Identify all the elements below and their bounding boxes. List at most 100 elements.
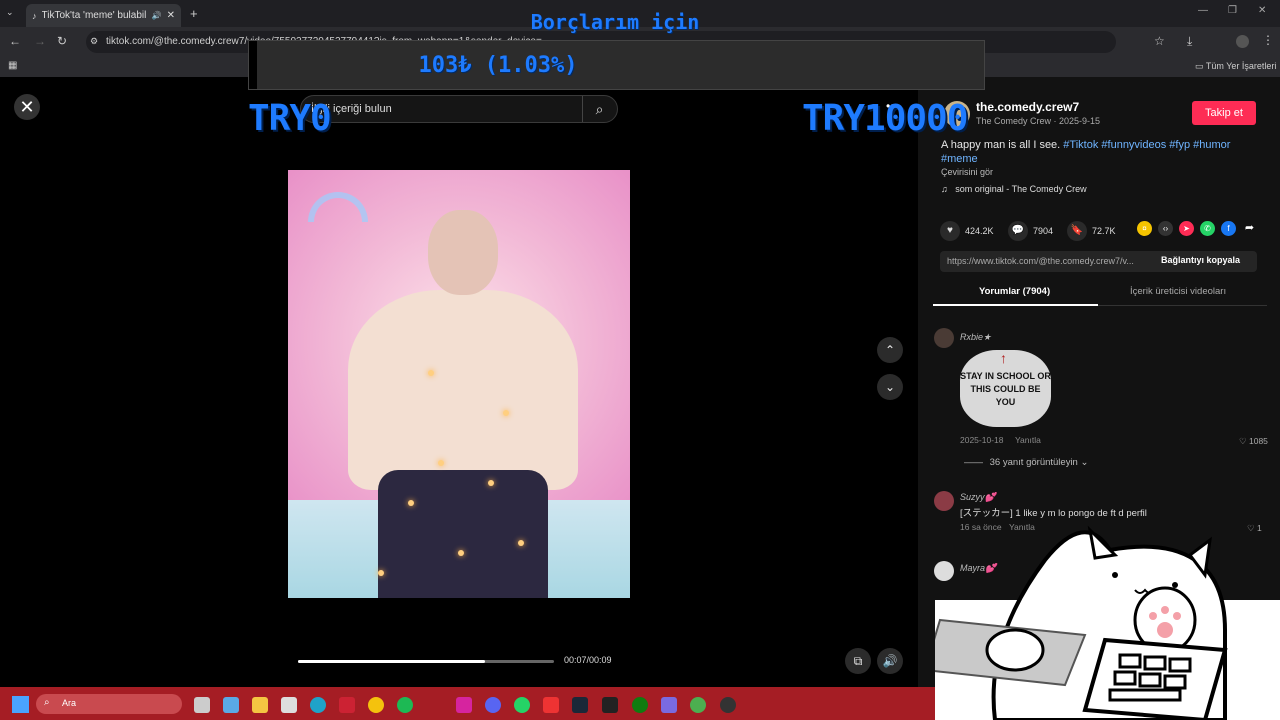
sound-link[interactable]: ♫ som original - The Comedy Crew [941, 184, 1087, 194]
heart-icon: ♥ [940, 221, 960, 241]
video-progress-bar[interactable] [298, 660, 554, 663]
video-time: 00:07/00:09 [564, 655, 612, 665]
music-note-icon: ♫ [941, 184, 948, 194]
sparkle [438, 460, 444, 466]
next-video-icon[interactable]: ⌄ [877, 374, 903, 400]
sparkle [428, 370, 434, 376]
chrome-icon[interactable] [690, 697, 706, 713]
comment-button[interactable]: 💬 7904 [1008, 221, 1053, 241]
up-arrow-icon: ↑ [1000, 350, 1007, 366]
volume-icon[interactable]: 🔊 [877, 648, 903, 674]
taskbar-search[interactable]: ⌕ Ara [36, 694, 182, 714]
windows-start-icon[interactable] [12, 696, 29, 713]
tab-creator-videos[interactable]: İçerik üreticisi videoları [1130, 286, 1226, 297]
spotify-icon[interactable] [397, 697, 413, 713]
hashtag[interactable]: #Tiktok [1063, 139, 1098, 151]
previous-video-icon[interactable]: ⌃ [877, 337, 903, 363]
goal-end-label: TRY10000 [802, 98, 968, 139]
apps-icon[interactable]: ▦ [8, 60, 17, 71]
comment-icon: 💬 [1008, 221, 1028, 241]
replies-line: —— [964, 457, 983, 468]
whatsapp-icon[interactable] [514, 697, 530, 713]
obs-icon[interactable] [720, 697, 736, 713]
copy-link-button[interactable]: Bağlantıyı kopyala [1161, 255, 1240, 265]
search-icon: ⌕ [44, 697, 50, 708]
close-icon[interactable]: ✕ [14, 94, 40, 120]
window-close-button[interactable]: ✕ [1258, 5, 1266, 16]
hashtag[interactable]: #meme [941, 153, 978, 165]
instagram-icon[interactable] [456, 697, 472, 713]
download-icon[interactable]: ⤓ [1187, 34, 1192, 49]
menu-icon[interactable]: ⋮ [1262, 33, 1274, 47]
epic-games-icon[interactable] [602, 697, 618, 713]
comment-count: 7904 [1033, 226, 1054, 236]
tab-active-indicator [933, 304, 1098, 306]
floating-player-icon[interactable]: ⧉ [845, 648, 871, 674]
bookmark-icon: 🔖 [1067, 221, 1087, 241]
sparkle [503, 410, 509, 416]
person-head-graphic [428, 210, 498, 295]
heart-outline-icon: ♡ [1239, 436, 1247, 446]
app-icon[interactable] [661, 697, 677, 713]
comment-like-count: 1085 [1249, 436, 1268, 446]
comment-author[interactable]: Rxbie★ [960, 332, 991, 343]
like-button[interactable]: ♥ 424.2K [940, 221, 994, 241]
forward-icon[interactable]: → [34, 34, 46, 48]
sparkle [458, 550, 464, 556]
video-frame[interactable] [288, 170, 630, 598]
share-arrow-icon[interactable]: ➦ [1242, 221, 1257, 236]
chevron-down-icon: ⌄ [1080, 457, 1089, 468]
hashtag[interactable]: #funnyvideos [1101, 139, 1166, 151]
avatar[interactable] [1236, 35, 1249, 48]
translate-link[interactable]: Çevirisini gör [941, 167, 993, 177]
video-description: A happy man is all I see. #Tiktok #funny… [941, 138, 1251, 166]
steam-icon[interactable] [572, 697, 588, 713]
comment-author[interactable]: Suzyy💕 [960, 492, 996, 503]
discord-icon[interactable] [485, 697, 501, 713]
person-body-graphic [348, 290, 578, 490]
app-icon[interactable] [543, 697, 559, 713]
whatsapp-icon[interactable]: ✆ [1200, 221, 1215, 236]
app-icon[interactable] [339, 697, 355, 713]
save-button[interactable]: 🔖 72.7K [1067, 221, 1116, 241]
site-info-icon[interactable]: ⚙ [90, 36, 98, 47]
coin-icon[interactable]: ¤ [1137, 221, 1152, 236]
task-view-icon[interactable] [194, 697, 210, 713]
person-legs-graphic [378, 470, 548, 598]
donation-goal-title: Borçlarım için [530, 10, 700, 34]
notepad-icon[interactable] [223, 697, 239, 713]
file-explorer-icon[interactable] [252, 697, 268, 713]
reply-button[interactable]: Yanıtla [1015, 435, 1041, 445]
sparkle [408, 500, 414, 506]
comment-avatar[interactable] [934, 491, 954, 511]
reload-icon[interactable]: ↻ [57, 34, 67, 48]
view-replies-button[interactable]: —— 36 yanıt görüntüleyin ⌄ [964, 457, 1088, 468]
taskbar-search-label: Ara [62, 698, 77, 708]
comment-avatar[interactable] [934, 328, 954, 348]
tab-comments[interactable]: Yorumlar (7904) [979, 286, 1050, 297]
all-bookmarks[interactable]: ▭ Tüm Yer İşaretleri [1195, 61, 1276, 72]
search-input[interactable]: İlgili içeriği bulun [300, 95, 618, 123]
back-icon[interactable]: ← [9, 34, 21, 48]
edge-icon[interactable] [310, 697, 326, 713]
rainbow-graphic [308, 192, 368, 222]
comment-date: 2025-10-18 [960, 435, 1004, 445]
embed-icon[interactable]: ‹› [1158, 221, 1173, 236]
xbox-icon[interactable] [632, 697, 648, 713]
search-icon[interactable]: ⌕ [582, 96, 616, 122]
follow-button[interactable]: Takip et [1192, 101, 1256, 125]
comment-like[interactable]: ♡ 1085 [1239, 436, 1268, 447]
hashtag[interactable]: #humor [1193, 139, 1230, 151]
bookmark-star-icon[interactable]: ☆ [1154, 34, 1165, 48]
send-icon[interactable]: ➤ [1179, 221, 1194, 236]
hashtag[interactable]: #fyp [1169, 139, 1190, 151]
replies-label: 36 yanıt görüntüleyin [989, 457, 1078, 468]
comment-sticker[interactable]: ↑ STAY IN SCHOOL OR THIS COULD BE YOU [960, 350, 1051, 427]
comment-text: [ステッカー] 1 like y m lo pongo de ft d perf… [960, 508, 1147, 519]
facebook-icon[interactable]: f [1221, 221, 1236, 236]
sparkle [378, 570, 384, 576]
store-icon[interactable] [281, 697, 297, 713]
creator-username[interactable]: the.comedy.crew7 [976, 100, 1079, 114]
chrome-icon[interactable] [368, 697, 384, 713]
folder-icon: ▭ [1195, 61, 1204, 71]
